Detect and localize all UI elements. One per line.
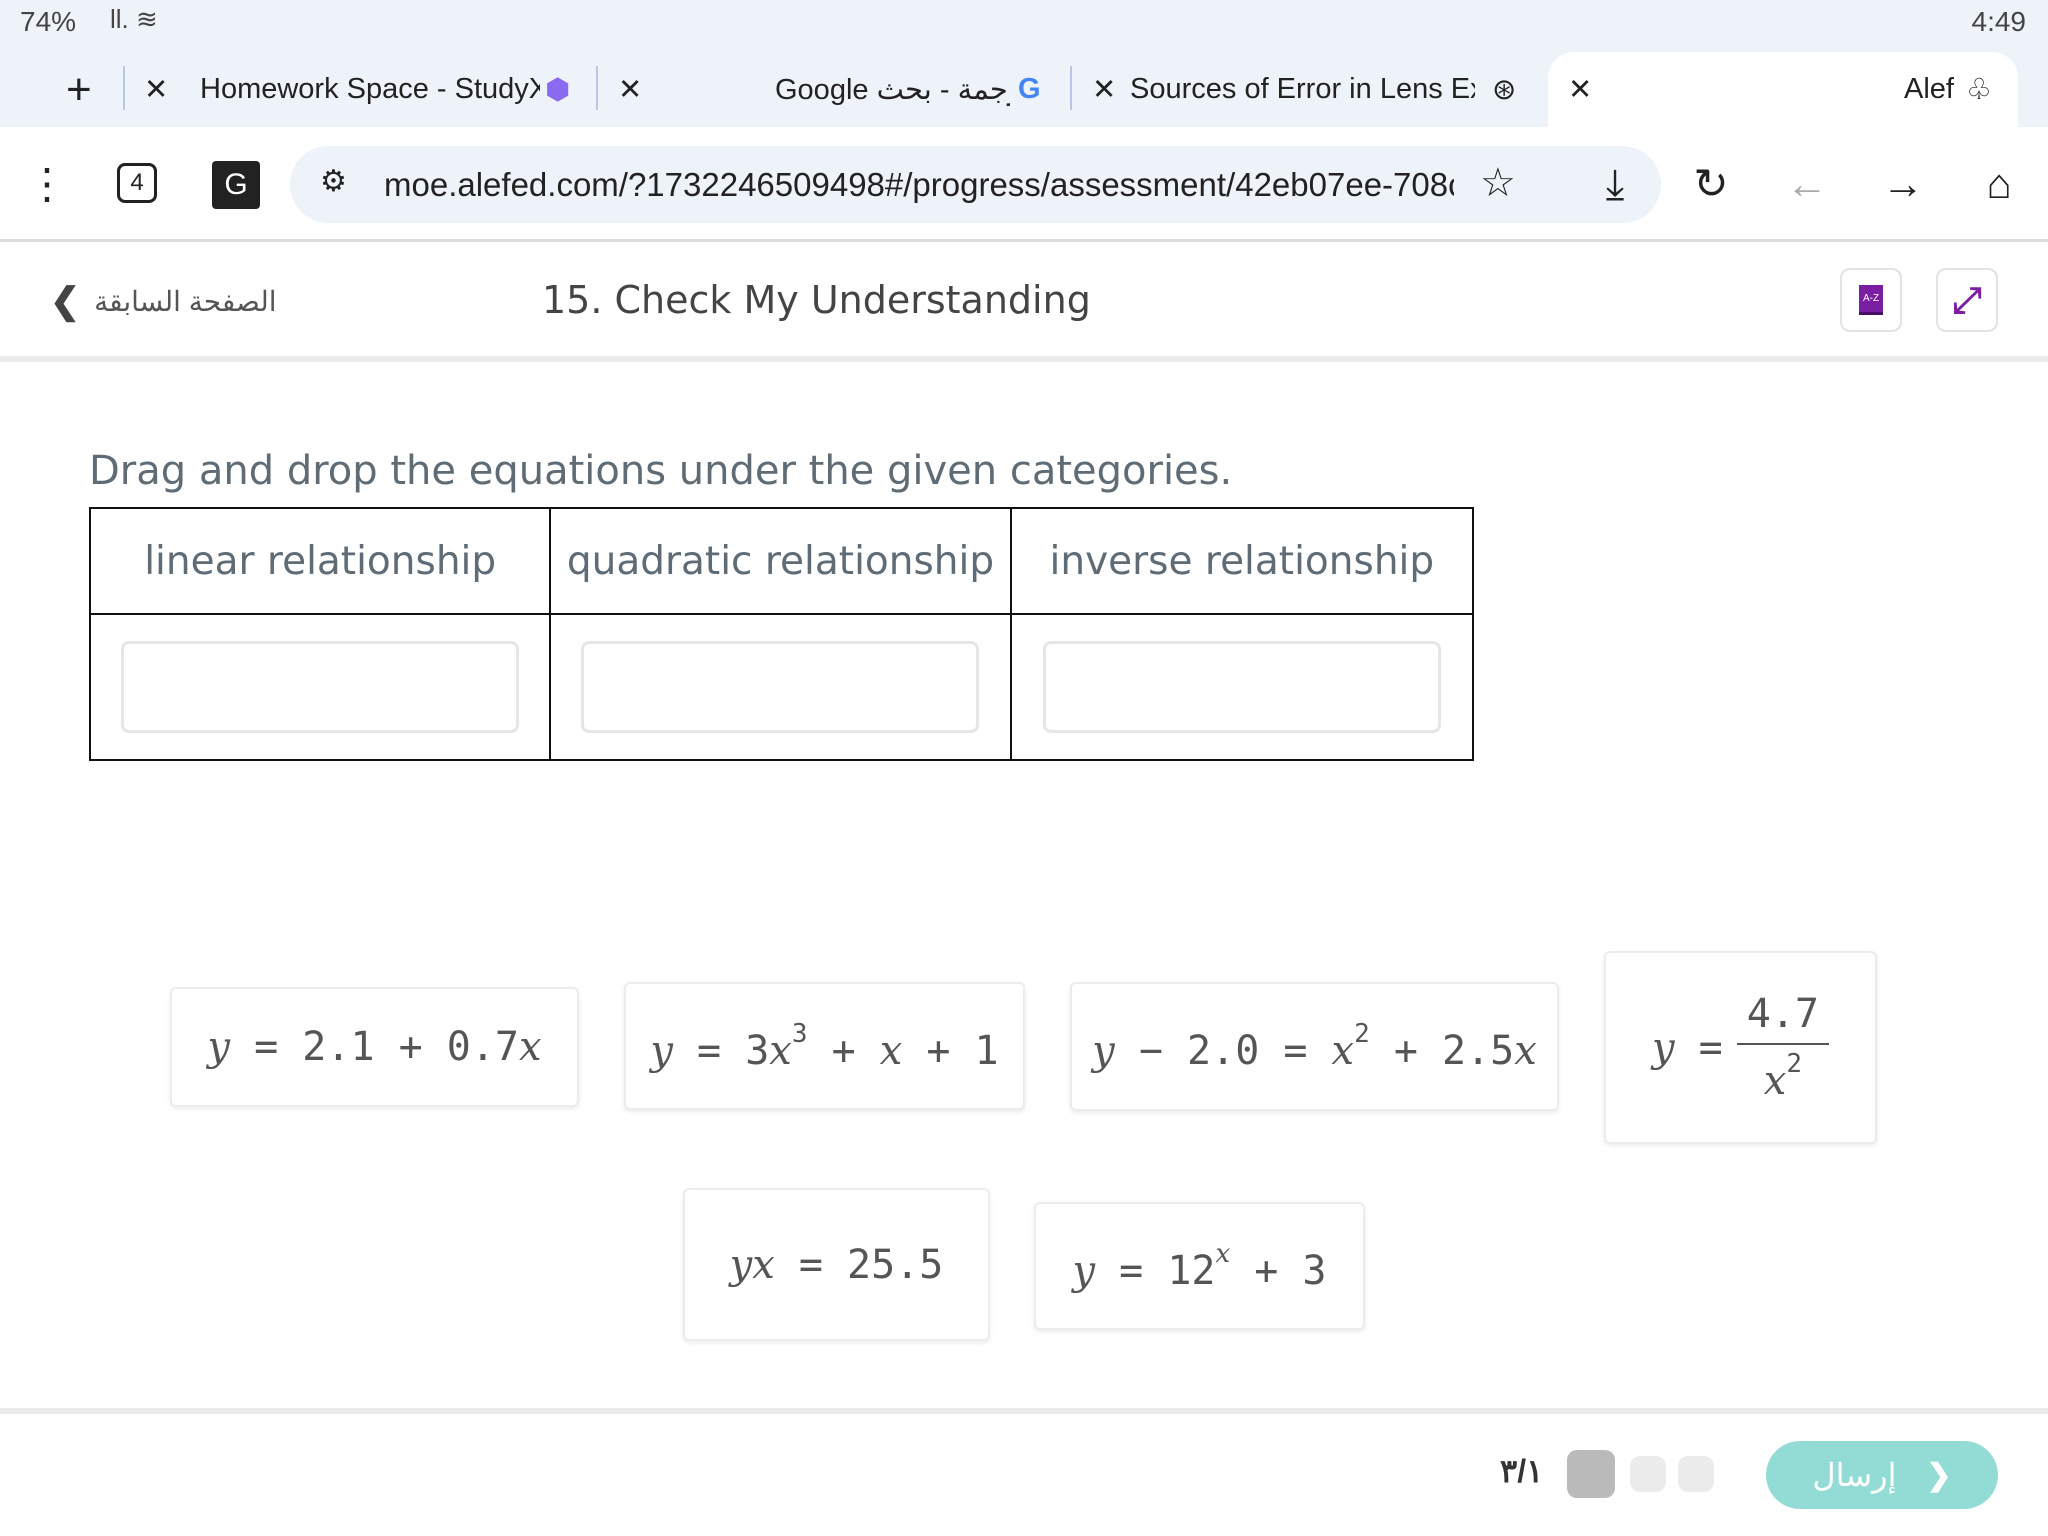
page-header: ❮ الصفحة السابقة 15. Check My Understand…	[0, 242, 2048, 362]
category-header-quadratic: quadratic relationship	[551, 509, 1012, 615]
close-tab-icon[interactable]: ✕	[144, 52, 168, 127]
signal-wifi-icon: ll. ≋	[110, 4, 158, 34]
tab-alef-label: Alef	[1904, 73, 1954, 105]
url-text[interactable]: moe.alefed.com/?1732246509498#/progress/…	[384, 166, 1454, 204]
back-arrow-icon[interactable]: ←	[1780, 157, 1834, 211]
chatgpt-icon: ⊛	[1492, 74, 1517, 106]
equation-card[interactable]: y = 4.7 x2	[1604, 951, 1877, 1144]
tab-studyx[interactable]: Homework Space - StudyX	[200, 52, 540, 127]
tab-sources-of-error[interactable]: Sources of Error in Lens Exp	[1130, 52, 1475, 127]
download-icon[interactable]: ⤓	[1588, 157, 1642, 211]
drop-zone-quadratic[interactable]	[581, 641, 980, 733]
chevron-right-icon: ❯	[1926, 1458, 1952, 1492]
submit-label: إرسال	[1812, 1457, 1897, 1493]
reload-icon[interactable]: ↻	[1684, 157, 1738, 211]
tab-count-button[interactable]: 4	[117, 163, 157, 203]
equation-card[interactable]: y − 2.0 = x2 + 2.5x	[1070, 982, 1559, 1111]
dictionary-icon: A-Z	[1858, 285, 1884, 315]
close-tab-icon[interactable]: ✕	[1568, 52, 1592, 127]
new-tab-button[interactable]: +	[66, 52, 92, 127]
page-title: 15. Check My Understanding	[542, 278, 1091, 322]
equation-card[interactable]: y = 12x + 3	[1034, 1202, 1365, 1330]
translate-icon[interactable]: G	[212, 161, 260, 209]
previous-page-label: الصفحة السابقة	[94, 285, 277, 317]
page-counter: ٣/١	[1500, 1453, 1544, 1489]
footer-divider	[0, 1408, 2048, 1414]
close-tab-icon[interactable]: ✕	[618, 52, 642, 127]
category-table: linear relationship quadratic relationsh…	[89, 507, 1474, 761]
equation-card[interactable]: yx = 25.5	[683, 1188, 990, 1341]
page-indicator-1[interactable]	[1567, 1450, 1615, 1498]
tab-alef-active[interactable]: ✕ Alef ♧	[1548, 52, 2018, 127]
category-header-linear: linear relationship	[91, 509, 552, 615]
category-header-inverse: inverse relationship	[1011, 509, 1472, 615]
fullscreen-button[interactable]: ⤢	[1936, 268, 1998, 332]
equation-card[interactable]: y = 2.1 + 0.7x	[170, 987, 579, 1107]
page-indicator-3[interactable]	[1678, 1456, 1714, 1492]
close-tab-icon[interactable]: ✕	[1092, 52, 1116, 127]
expand-icon: ⤢	[1952, 278, 1982, 320]
drop-zone-linear[interactable]	[121, 641, 520, 733]
chevron-left-icon: ❮	[50, 280, 81, 321]
tab-google-translate[interactable]: Google ترجمة - بحث	[775, 52, 1010, 127]
submit-button[interactable]: إرسال ❯	[1766, 1441, 1998, 1509]
equation-card[interactable]: y = 3x3 + x + 1	[624, 982, 1025, 1110]
menu-icon[interactable]: ⋮	[20, 157, 74, 211]
forward-arrow-icon[interactable]: →	[1876, 157, 1930, 211]
instruction-text: Drag and drop the equations under the gi…	[89, 448, 1233, 494]
site-settings-icon[interactable]: ⚙	[320, 164, 347, 199]
home-icon[interactable]: ⌂	[1972, 157, 2026, 211]
clock: 4:49	[1971, 6, 2027, 37]
status-bar: 74% ll. ≋ 4:49	[0, 0, 2048, 52]
page-indicator-2[interactable]	[1630, 1456, 1666, 1492]
address-bar[interactable]: ⚙ moe.alefed.com/?1732246509498#/progres…	[290, 146, 1661, 223]
battery-level: 74%	[20, 6, 77, 37]
google-icon: G	[1018, 73, 1041, 105]
browser-toolbar: ⋮ 4 G ⚙ moe.alefed.com/?1732246509498#/p…	[0, 127, 2048, 242]
dictionary-button[interactable]: A-Z	[1840, 268, 1902, 332]
previous-page-button[interactable]: ❮ الصفحة السابقة	[50, 280, 277, 322]
studyx-icon: ⬢	[545, 74, 571, 106]
bookmark-star-icon[interactable]: ☆	[1480, 160, 1516, 206]
alef-icon: ♧	[1966, 74, 1992, 106]
drop-zone-inverse[interactable]	[1042, 641, 1441, 733]
